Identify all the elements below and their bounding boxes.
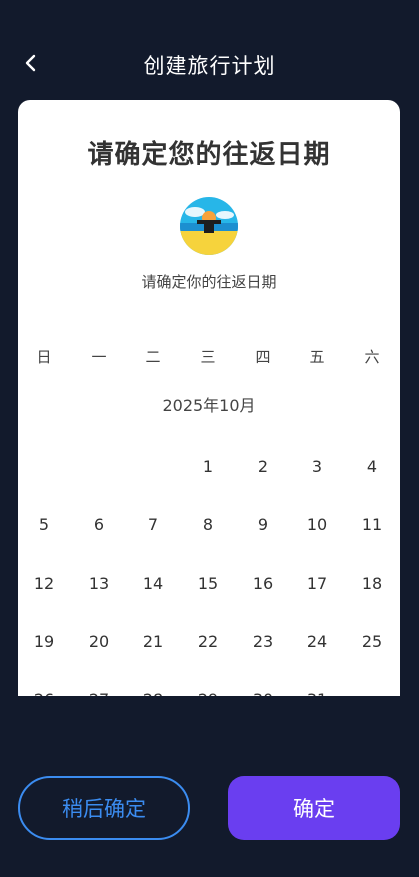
calendar-day[interactable]: 6 [79, 511, 119, 539]
calendar-day[interactable]: 22 [188, 628, 228, 656]
weekday-label: 五 [309, 348, 325, 366]
calendar-day[interactable]: 23 [243, 628, 283, 656]
page-title: 创建旅行计划 [143, 54, 276, 78]
weekday-label: 二 [145, 348, 161, 366]
calendar-day[interactable]: 29 [188, 686, 228, 696]
month-label: 2025年10月 [162, 396, 256, 415]
confirm-button[interactable]: 确定 [228, 776, 400, 840]
calendar-day[interactable]: 26 [24, 686, 64, 696]
calendar-day[interactable]: 10 [297, 511, 337, 539]
calendar-day[interactable]: 18 [352, 570, 392, 598]
calendar-day[interactable]: 7 [133, 511, 173, 539]
top-bar: 创建旅行计划 [0, 38, 419, 88]
weekday-label: 一 [91, 348, 107, 366]
calendar-day[interactable]: 17 [297, 570, 337, 598]
calendar-day[interactable]: 2 [243, 453, 283, 481]
calendar-day[interactable]: 3 [297, 453, 337, 481]
weekday-label: 四 [255, 348, 271, 366]
calendar-day[interactable]: 25 [352, 628, 392, 656]
calendar-day[interactable]: 13 [79, 570, 119, 598]
calendar-day[interactable]: 16 [243, 570, 283, 598]
calendar-day[interactable]: 14 [133, 570, 173, 598]
calendar-day[interactable]: 11 [352, 511, 392, 539]
calendar-day[interactable]: 4 [352, 453, 392, 481]
calendar-day[interactable]: 8 [188, 511, 228, 539]
weekday-header: 日 一 二 三 四 五 六 [18, 346, 400, 368]
calendar-day[interactable]: 19 [24, 628, 64, 656]
date-picker-card: 请确定您的往返日期 请确定你的往返日期 日 一 二 三 四 五 六 2025年1… [18, 100, 400, 696]
calendar-day[interactable]: 27 [79, 686, 119, 696]
beach-sunset-icon [180, 197, 238, 255]
card-title: 请确定您的往返日期 [87, 140, 331, 170]
calendar-day[interactable]: 24 [297, 628, 337, 656]
calendar-day[interactable]: 30 [243, 686, 283, 696]
calendar-day[interactable]: 21 [133, 628, 173, 656]
weekday-label: 六 [364, 348, 380, 366]
calendar-day[interactable]: 20 [79, 628, 119, 656]
calendar-day[interactable]: 28 [133, 686, 173, 696]
weekday-label: 三 [200, 348, 216, 366]
weekday-label: 日 [36, 348, 52, 366]
calendar-day[interactable]: 9 [243, 511, 283, 539]
card-subtitle: 请确定你的往返日期 [141, 273, 277, 291]
calendar-day[interactable]: 5 [24, 511, 64, 539]
calendar-day[interactable]: 12 [24, 570, 64, 598]
calendar-day[interactable]: 15 [188, 570, 228, 598]
confirm-later-button[interactable]: 稍后确定 [18, 776, 190, 840]
calendar-day[interactable]: 1 [188, 453, 228, 481]
calendar-day[interactable]: 31 [297, 686, 337, 696]
